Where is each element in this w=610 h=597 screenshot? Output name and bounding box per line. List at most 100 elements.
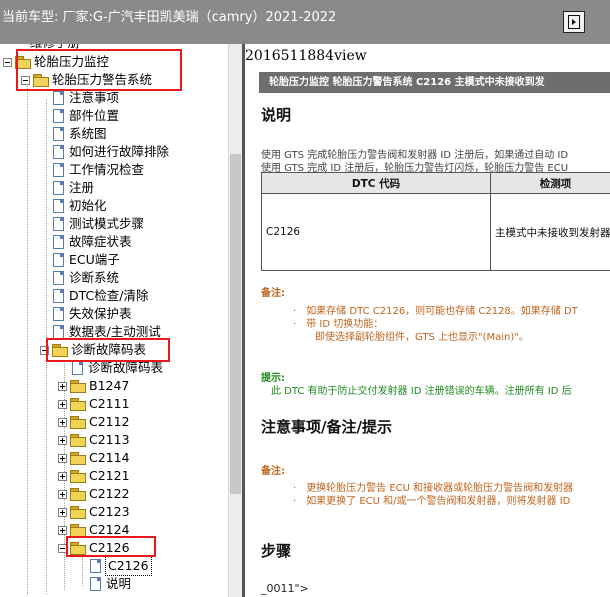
tree-item-test-mode[interactable]: 测试模式步骤	[53, 215, 144, 233]
tree-item-label: C2122	[89, 486, 130, 501]
tree-item-tpms-warning-system[interactable]: 轮胎压力警告系统	[21, 71, 152, 89]
document-icon	[53, 307, 64, 321]
document-icon	[53, 145, 64, 159]
tree-item-c2114[interactable]: C2114	[58, 449, 130, 467]
document-icon	[53, 91, 64, 105]
tree-item-ecu-terminals[interactable]: ECU端子	[53, 251, 120, 269]
tree-item-c2113[interactable]: C2113	[58, 431, 130, 449]
collapse-icon[interactable]	[21, 75, 30, 85]
tree-item-parts-location[interactable]: 部件位置	[53, 107, 119, 125]
folder-icon	[70, 398, 86, 411]
current-vehicle-title: 当前车型: 厂家:G-广汽丰田凯美瑞（camry）2021-2022	[2, 10, 337, 25]
note-text: 即使选择副轮胎组件，GTS 上也显示"(Main)"。	[315, 332, 529, 343]
note-label: 备注:	[261, 466, 285, 477]
tree-item-label: 故障症状表	[69, 234, 132, 249]
tree-item-system-diagram[interactable]: 系统图	[53, 125, 107, 143]
tree-item-label: C2121	[89, 468, 130, 483]
tree-item-manual-clipped[interactable]: 维修手册	[30, 44, 80, 52]
tree-item-symptom-table[interactable]: 故障症状表	[53, 233, 132, 251]
tree-item-c2111[interactable]: C2111	[58, 395, 130, 413]
section-title-notes: 注意事项/备注/提示	[261, 418, 392, 436]
document-icon	[53, 289, 64, 303]
tree-item-label: 诊断系统	[69, 270, 120, 285]
tree-item-diagnosis-system[interactable]: 诊断系统	[53, 269, 119, 287]
tree-item-description[interactable]: 说明	[90, 575, 131, 593]
tree-item-fail-safe[interactable]: 失效保护表	[53, 305, 132, 323]
tree-item-label: C2114	[89, 450, 130, 465]
expand-icon[interactable]	[58, 399, 67, 409]
tree-guide-line	[82, 556, 83, 586]
tree-item-initialization[interactable]: 初始化	[53, 197, 107, 215]
expand-icon[interactable]	[58, 417, 67, 427]
tree-item-label: 初始化	[69, 198, 107, 213]
tree-item-label: 注册	[69, 180, 95, 195]
tree-item-b1247[interactable]: B1247	[58, 377, 129, 395]
expand-icon[interactable]	[58, 507, 67, 517]
note-label: 备注:	[261, 288, 285, 299]
tree-item-label: 数据表/主动测试	[69, 324, 161, 339]
folder-icon	[70, 380, 86, 393]
expand-icon[interactable]	[58, 381, 67, 391]
document-icon	[53, 217, 64, 231]
folder-icon	[70, 416, 86, 429]
scrollbar-thumb[interactable]	[230, 154, 241, 494]
table-row: C2126 主模式中未接收到发射器	[261, 193, 610, 271]
table-cell: 主模式中未接收到发射器	[490, 193, 610, 271]
document-icon	[53, 109, 64, 123]
tree-item-label: 系统图	[69, 126, 107, 141]
tree-item-c2126-selected[interactable]: C2126	[90, 556, 152, 576]
tree-item-how-to-troubleshoot[interactable]: 如何进行故障排除	[53, 143, 169, 161]
tree-item-dtc-check-clear[interactable]: DTC检查/清除	[53, 287, 148, 305]
tree-item-label: C2124	[89, 522, 130, 537]
tree-item-c2121[interactable]: C2121	[58, 467, 130, 485]
document-icon	[53, 235, 64, 249]
collapse-icon[interactable]	[40, 345, 49, 355]
title-bar: 当前车型: 厂家:G-广汽丰田凯美瑞（camry）2021-2022	[0, 0, 610, 44]
tree-item-label: C2112	[89, 414, 130, 429]
tree-item-label: B1247	[89, 378, 130, 393]
section-title-steps: 步骤	[261, 542, 292, 560]
note-text: · 如果更换了 ECU 和/或一个警告阀和发射器，则将发射器 ID	[293, 496, 571, 507]
tree-item-label: C2113	[89, 432, 130, 447]
folder-icon	[70, 470, 86, 483]
folder-icon	[70, 434, 86, 447]
raw-markup-fragment: _0011">	[261, 582, 309, 595]
tree-item-label: ECU端子	[69, 252, 120, 267]
tree-item-operation-check[interactable]: 工作情况检查	[53, 161, 144, 179]
dtc-table: DTC 代码 检测项 C2126 主模式中未接收到发射器	[261, 172, 610, 271]
panel-toggle-icon	[568, 15, 580, 29]
tree-item-label: 轮胎压力警告系统	[52, 72, 153, 87]
expand-icon[interactable]	[58, 489, 67, 499]
document-icon	[53, 199, 64, 213]
tree-item-c2122[interactable]: C2122	[58, 485, 130, 503]
tree-item-registration[interactable]: 注册	[53, 179, 94, 197]
table-header: DTC 代码	[261, 172, 491, 194]
folder-open-icon	[70, 542, 86, 555]
collapse-icon[interactable]	[58, 543, 67, 553]
expand-icon[interactable]	[58, 471, 67, 481]
tree-item-label: C2123	[89, 504, 130, 519]
window-toggle-button[interactable]	[563, 11, 585, 33]
document-icon	[53, 325, 64, 339]
expand-icon[interactable]	[58, 435, 67, 445]
tree-item-dtc-chart-folder[interactable]: 诊断故障码表	[40, 341, 146, 359]
expand-icon[interactable]	[58, 453, 67, 463]
tree-item-c2123[interactable]: C2123	[58, 503, 130, 521]
expand-icon[interactable]	[58, 525, 67, 535]
navigation-tree[interactable]: 维修手册 轮胎压力监控 轮胎压力警告系统 注意事项 部件位置 系统图 如何进行故…	[0, 44, 228, 597]
tree-item-data-list[interactable]: 数据表/主动测试	[53, 323, 161, 341]
tree-item-label: 轮胎压力监控	[34, 54, 110, 69]
tree-item-label: 诊断故障码表	[71, 342, 147, 357]
document-icon	[53, 163, 64, 177]
tree-item-dtc-chart[interactable]: 诊断故障码表	[72, 359, 163, 377]
tree-item-precautions[interactable]: 注意事项	[53, 89, 119, 107]
collapse-icon[interactable]	[3, 57, 12, 67]
tree-item-c2124[interactable]: C2124	[58, 521, 130, 539]
tree-scrollbar[interactable]	[228, 44, 242, 597]
tree-item-label: 如何进行故障排除	[69, 144, 170, 159]
tree-item-c2112[interactable]: C2112	[58, 413, 130, 431]
tree-item-c2126-folder[interactable]: C2126	[58, 539, 130, 557]
tree-item-tpms[interactable]: 轮胎压力监控	[3, 53, 109, 71]
tree-item-label: 注意事项	[69, 90, 120, 105]
breadcrumb-banner: 轮胎压力监控 轮胎压力警告系统 C2126 主模式中未接收到发	[259, 72, 610, 93]
